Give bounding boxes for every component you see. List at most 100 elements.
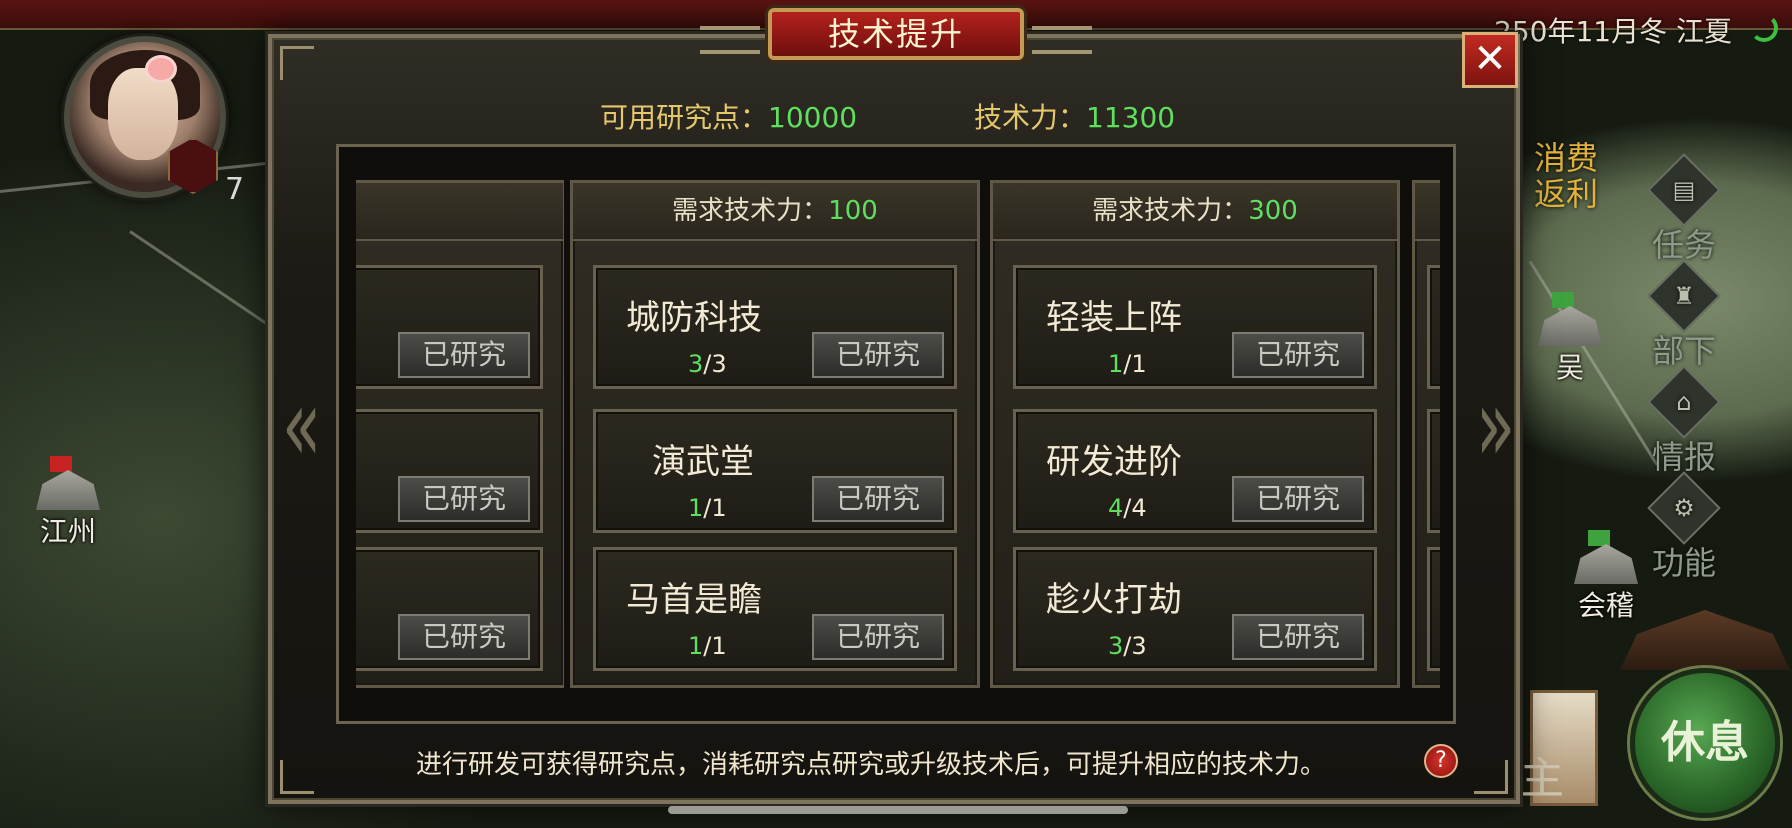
tech-name: 演武堂 bbox=[652, 442, 754, 482]
researched-button[interactable]: 已研究 bbox=[1232, 476, 1364, 522]
side-menu-intel-button[interactable]: ⌂ 情报 bbox=[1647, 365, 1721, 478]
city-marker-jiangzhou[interactable]: 江州 bbox=[36, 456, 100, 550]
tech-level: 4/4 bbox=[1108, 494, 1147, 522]
tech-level: 3/3 bbox=[688, 350, 727, 378]
tech-card[interactable]: 趁火打劫 3/3 已研究 bbox=[1013, 547, 1377, 671]
scroll-left-arrow-icon[interactable]: « bbox=[282, 368, 321, 486]
city-icon bbox=[36, 470, 100, 510]
avatar-flower bbox=[148, 58, 174, 80]
column-header bbox=[356, 183, 563, 241]
tech-level-current: 1 bbox=[1108, 350, 1124, 378]
scroll-right-arrow-icon[interactable]: » bbox=[1476, 368, 1515, 486]
side-menu-subordinate-button[interactable]: ♜ 部下 bbox=[1647, 259, 1721, 372]
tech-column-partial-left: 已研究 已研究 已研究 bbox=[356, 180, 564, 688]
tech-card[interactable]: 研发进阶 4/4 已研究 bbox=[1013, 409, 1377, 533]
researched-button[interactable]: 已研究 bbox=[812, 614, 944, 660]
researched-button[interactable]: 已研究 bbox=[812, 332, 944, 378]
consume-rebate-button[interactable]: 消费 返利 bbox=[1534, 140, 1598, 212]
tech-level-current: 3 bbox=[1108, 632, 1124, 660]
city-name: 江州 bbox=[39, 515, 96, 548]
research-points-stat: 可用研究点：10000 bbox=[600, 96, 857, 136]
tech-level-current: 1 bbox=[688, 494, 704, 522]
tech-power-value: 11300 bbox=[1086, 101, 1176, 134]
tech-level-max: /1 bbox=[703, 632, 727, 660]
tech-column-partial-right bbox=[1412, 180, 1440, 688]
required-power-label: 需求技术力： bbox=[1092, 196, 1249, 226]
intel-icon: ⌂ bbox=[1647, 365, 1721, 439]
tech-level-current: 3 bbox=[688, 350, 704, 378]
required-power-label: 需求技术力： bbox=[672, 196, 829, 226]
tech-name: 轻装上阵 bbox=[1046, 298, 1182, 338]
avatar-face bbox=[108, 68, 178, 160]
side-menu-function-button[interactable]: ⚙ 功能 bbox=[1647, 471, 1721, 584]
frame-corner bbox=[280, 760, 314, 794]
tech-card[interactable] bbox=[1427, 547, 1440, 671]
city-icon bbox=[1538, 306, 1602, 346]
required-power-value: 100 bbox=[828, 196, 878, 226]
tech-name: 马首是瞻 bbox=[626, 580, 762, 620]
tech-level-max: /3 bbox=[1123, 632, 1147, 660]
researched-button[interactable]: 已研究 bbox=[812, 476, 944, 522]
frame-corner bbox=[280, 46, 314, 80]
city-marker-kuaiji[interactable]: 会稽 bbox=[1574, 530, 1638, 624]
green-flag-icon bbox=[1552, 292, 1574, 308]
red-flag-icon bbox=[50, 456, 72, 472]
side-menu-task-button[interactable]: ▤ 任务 bbox=[1647, 153, 1721, 266]
researched-button[interactable]: 已研究 bbox=[398, 614, 530, 660]
column-header: 需求技术力：300 bbox=[993, 183, 1397, 241]
partial-main-label: 主 bbox=[1520, 753, 1564, 804]
tech-card[interactable]: 轻装上阵 1/1 已研究 bbox=[1013, 265, 1377, 389]
tech-card[interactable]: 城防科技 3/3 已研究 bbox=[593, 265, 957, 389]
researched-button[interactable]: 已研究 bbox=[1232, 332, 1364, 378]
researched-button[interactable]: 已研究 bbox=[1232, 614, 1364, 660]
frame-corner bbox=[1474, 760, 1508, 794]
tech-name: 城防科技 bbox=[626, 298, 762, 338]
tech-level: 1/1 bbox=[688, 632, 727, 660]
home-indicator bbox=[668, 806, 1128, 814]
tech-level: 3/3 bbox=[1108, 632, 1147, 660]
researched-button[interactable]: 已研究 bbox=[398, 332, 530, 378]
city-name: 会稽 bbox=[1577, 589, 1634, 622]
research-points-label: 可用研究点： bbox=[600, 101, 769, 134]
close-button[interactable]: ✕ bbox=[1462, 32, 1518, 88]
tech-card[interactable] bbox=[1427, 265, 1440, 389]
tech-card[interactable] bbox=[1427, 409, 1440, 533]
column-header bbox=[1415, 183, 1440, 241]
tech-level-max: /1 bbox=[703, 494, 727, 522]
tech-card[interactable]: 马首是瞻 1/1 已研究 bbox=[593, 547, 957, 671]
tech-card[interactable]: 演武堂 1/1 已研究 bbox=[593, 409, 957, 533]
dialog-hint-text: 进行研发可获得研究点，消耗研究点研究或升级技术后，可提升相应的技术力。 bbox=[416, 750, 1327, 780]
tech-level-max: /4 bbox=[1123, 494, 1147, 522]
tech-card[interactable]: 已研究 bbox=[356, 265, 543, 389]
required-power-value: 300 bbox=[1248, 196, 1298, 226]
city-icon bbox=[1574, 544, 1638, 584]
tech-name: 研发进阶 bbox=[1046, 442, 1182, 482]
tech-card[interactable]: 已研究 bbox=[356, 409, 543, 533]
tech-column-tier-1: 需求技术力：100 城防科技 3/3 已研究 演武堂 1/1 已研究 马首是瞻 … bbox=[570, 180, 980, 688]
tech-level-max: /1 bbox=[1123, 350, 1147, 378]
gear-icon: ⚙ bbox=[1647, 471, 1721, 545]
signal-icon bbox=[1750, 14, 1778, 42]
side-menu-label: 功能 bbox=[1652, 544, 1717, 582]
tech-power-stat: 技术力：11300 bbox=[974, 96, 1175, 136]
rest-button[interactable]: 休息 bbox=[1630, 668, 1780, 818]
dialog-title: 技术提升 bbox=[768, 8, 1024, 60]
tech-level-current: 1 bbox=[688, 632, 704, 660]
title-ornament-right bbox=[1032, 26, 1092, 54]
green-flag-icon bbox=[1588, 530, 1610, 546]
date-location-label: 250年11月冬 江夏 bbox=[1494, 15, 1732, 48]
subordinate-icon: ♜ bbox=[1647, 259, 1721, 333]
rank-number: 7 bbox=[225, 172, 245, 207]
tech-level-current: 4 bbox=[1108, 494, 1124, 522]
column-header: 需求技术力：100 bbox=[573, 183, 977, 241]
tech-card[interactable]: 已研究 bbox=[356, 547, 543, 671]
tech-level: 1/1 bbox=[688, 494, 727, 522]
researched-button[interactable]: 已研究 bbox=[398, 476, 530, 522]
research-points-value: 10000 bbox=[768, 101, 858, 134]
tech-power-label: 技术力： bbox=[974, 101, 1087, 134]
city-marker-wu[interactable]: 吴 bbox=[1538, 292, 1602, 386]
tech-name: 趁火打劫 bbox=[1046, 580, 1182, 620]
city-name: 吴 bbox=[1555, 351, 1584, 384]
help-icon[interactable]: ? bbox=[1424, 744, 1458, 778]
title-ornament-left bbox=[700, 26, 760, 54]
